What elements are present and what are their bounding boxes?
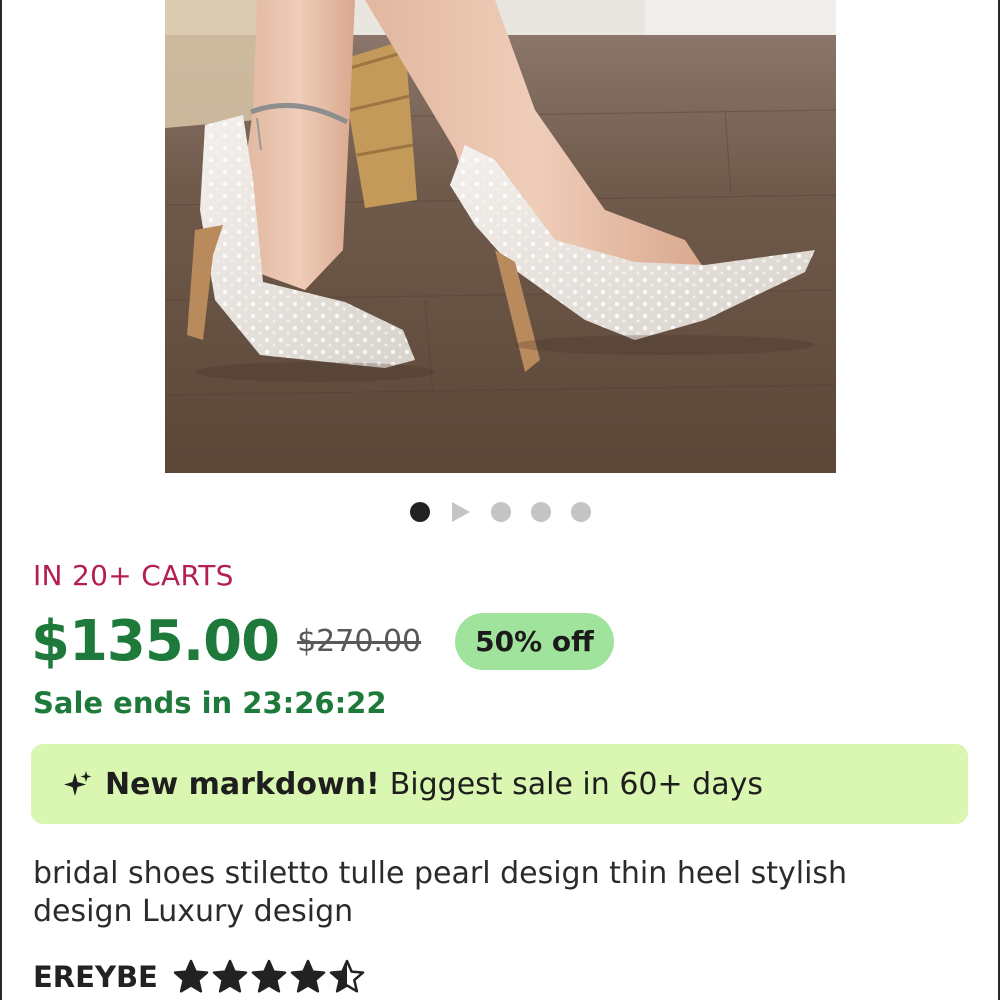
- star-full-icon: [173, 959, 209, 993]
- price-row: $135.00 $270.00 50% off: [31, 606, 614, 676]
- banner-heading: New markdown!: [105, 766, 380, 802]
- discount-badge: 50% off: [455, 612, 614, 670]
- seller-row: EREYBE: [33, 955, 367, 999]
- carts-badge: IN 20+ CARTS: [33, 559, 234, 592]
- sale-countdown: Sale ends in 23:26:22: [33, 686, 387, 720]
- star-full-icon: [212, 959, 248, 993]
- carousel-dot[interactable]: [570, 502, 591, 522]
- star-full-icon: [251, 959, 287, 993]
- star-full-icon: [290, 959, 326, 993]
- carousel-indicator: [0, 500, 1000, 524]
- product-image[interactable]: [165, 0, 836, 473]
- seller-name[interactable]: EREYBE: [33, 960, 158, 994]
- banner-text: Biggest sale in 60+ days: [389, 766, 763, 802]
- original-price: $270.00: [297, 623, 422, 659]
- carousel-dot[interactable]: [490, 502, 511, 522]
- sparkle-icon: [63, 769, 93, 799]
- carousel-dot-active[interactable]: [409, 502, 430, 522]
- video-play-icon[interactable]: [451, 502, 470, 522]
- sale-price: $135.00: [31, 608, 280, 674]
- markdown-banner: New markdown! Biggest sale in 60+ days: [31, 744, 968, 824]
- product-photo-illustration: [165, 0, 836, 473]
- product-title[interactable]: bridal shoes stiletto tulle pearl design…: [33, 855, 933, 931]
- star-rating[interactable]: [172, 958, 367, 996]
- carousel-dot[interactable]: [530, 502, 551, 522]
- star-half-icon: [329, 959, 365, 993]
